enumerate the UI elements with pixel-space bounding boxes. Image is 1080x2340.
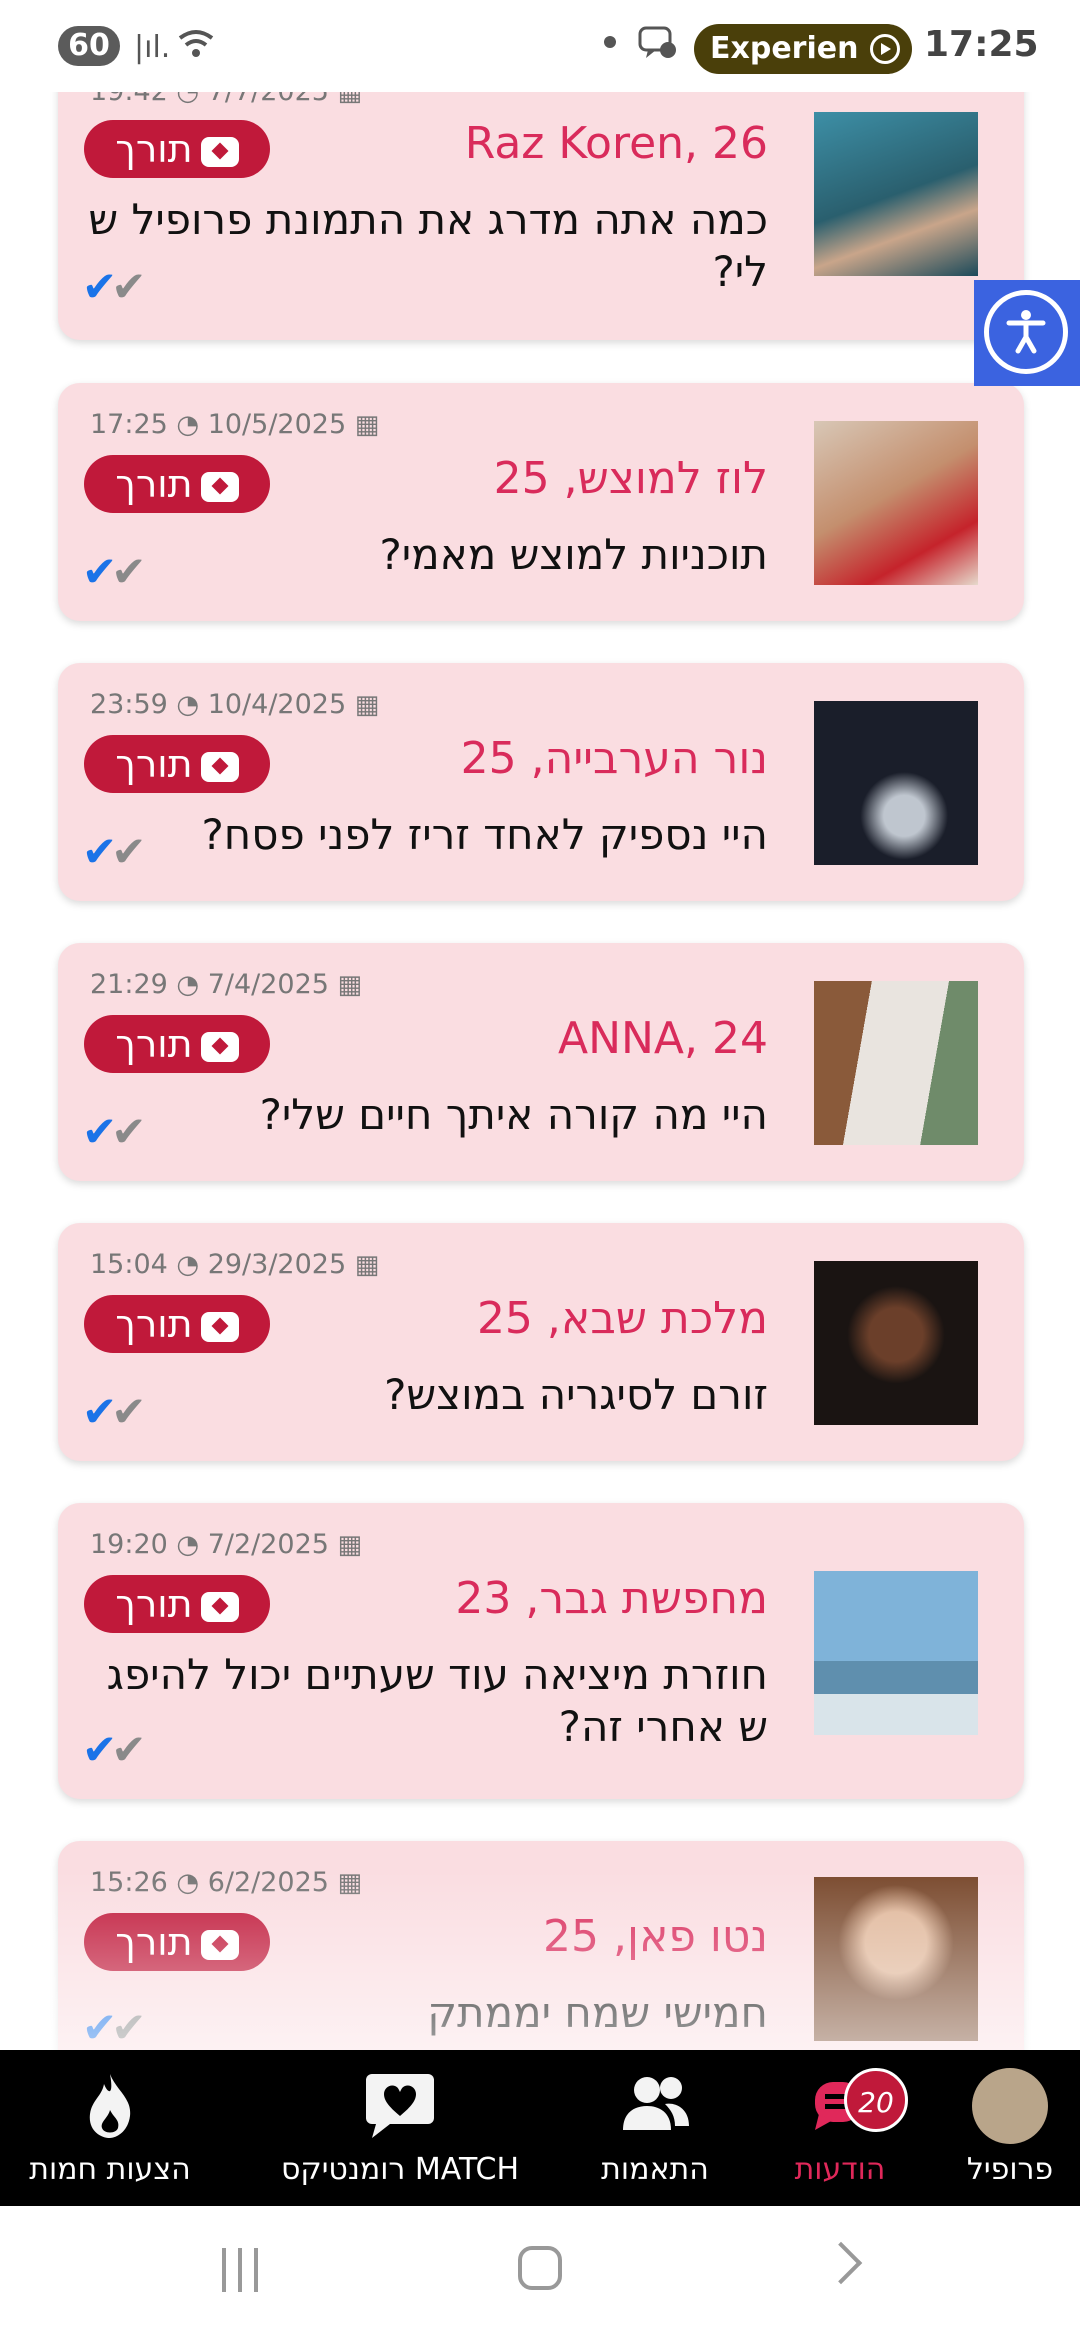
signal-icon: |ıl. xyxy=(134,30,171,65)
calendar-icon: ▦ xyxy=(354,1250,380,1280)
record-icon xyxy=(870,34,900,64)
message-card[interactable]: 15:26 ◔ 6/2/2025 ▦ תורך נטו פאן, 25 חמיש… xyxy=(58,1841,1024,2050)
calendar-icon: ▦ xyxy=(354,410,380,440)
message-datetime: 15:26 ◔ 6/2/2025 ▦ xyxy=(90,1867,363,1898)
nav-label: הצעות חמות xyxy=(29,2152,191,2187)
accessibility-icon xyxy=(984,290,1068,374)
nav-romantic-match[interactable]: רומנטיקס MATCH xyxy=(270,2050,530,2206)
messages-list[interactable]: 19:42 ◔ 7/7/2025 ▦ תורך Raz Koren, 26 כמ… xyxy=(0,0,1080,2050)
chat-bubble-icon xyxy=(200,1929,239,1960)
turn-button[interactable]: תורך xyxy=(84,455,270,513)
screen-recording-pill[interactable]: Experien xyxy=(694,24,912,74)
nav-hot-offers[interactable]: הצעות חמות xyxy=(0,2050,220,2206)
system-nav-bar xyxy=(0,2206,1080,2340)
double-check-icon: ✔✔ xyxy=(82,827,147,876)
message-preview: כמה אתה מדרג את התמונת פרופיל ש לי? xyxy=(88,195,768,296)
double-check-icon: ✔✔ xyxy=(82,1107,147,1156)
message-datetime: 17:25 ◔ 10/5/2025 ▦ xyxy=(90,409,380,440)
clock-icon: ◔ xyxy=(176,410,200,440)
calendar-icon: ▦ xyxy=(354,690,380,720)
message-card[interactable]: 23:59 ◔ 10/4/2025 ▦ תורך נור הערבייה, 25… xyxy=(58,663,1024,901)
fire-icon xyxy=(0,2070,220,2140)
calendar-icon: ▦ xyxy=(337,1868,363,1898)
pill-label: Experien xyxy=(710,31,859,66)
avatar xyxy=(972,2068,1048,2144)
message-datetime: 21:29 ◔ 7/4/2025 ▦ xyxy=(90,969,363,1000)
back-icon[interactable] xyxy=(819,2241,863,2285)
profile-photo[interactable] xyxy=(814,112,978,276)
battery-icon: 60 xyxy=(58,26,120,66)
double-check-icon: ✔✔ xyxy=(82,2003,147,2050)
nav-profile[interactable]: פרופיל xyxy=(940,2050,1080,2206)
heart-chat-icon xyxy=(270,2070,530,2140)
recents-icon[interactable] xyxy=(218,2248,262,2292)
profile-photo[interactable] xyxy=(814,421,978,585)
message-card[interactable]: 21:29 ◔ 7/4/2025 ▦ תורך ANNA, 24 היי מה … xyxy=(58,943,1024,1181)
turn-button[interactable]: תורך xyxy=(84,120,270,178)
profile-photo[interactable] xyxy=(814,701,978,865)
double-check-icon: ✔✔ xyxy=(82,1725,147,1774)
sender-name: Raz Koren, 26 xyxy=(464,118,768,169)
notification-dot xyxy=(604,36,616,48)
profile-photo[interactable] xyxy=(814,1877,978,2041)
profile-photo[interactable] xyxy=(814,1571,978,1735)
message-preview: תוכניות למוצש מאמי? xyxy=(379,530,768,579)
message-preview: היי מה קורה איתך חיים שלי? xyxy=(259,1090,768,1139)
profile-photo[interactable] xyxy=(814,981,978,1145)
chat-bubble-icon xyxy=(200,1591,239,1622)
clock-icon: ◔ xyxy=(176,970,200,1000)
clock-icon: ◔ xyxy=(176,1868,200,1898)
turn-button[interactable]: תורך xyxy=(84,1913,270,1971)
sender-name: מחפשת גבר, 23 xyxy=(455,1573,768,1624)
turn-button[interactable]: תורך xyxy=(84,1295,270,1353)
message-preview: זורם לסיגריה במוצש? xyxy=(384,1370,768,1419)
bottom-nav: הצעות חמות רומנטיקס MATCH התאמות הודעות … xyxy=(0,2050,1080,2206)
calendar-icon: ▦ xyxy=(337,970,363,1000)
message-card[interactable]: 17:25 ◔ 10/5/2025 ▦ תורך לוז למוצש, 25 ת… xyxy=(58,383,1024,621)
nav-label: רומנטיקס MATCH xyxy=(280,2152,520,2187)
clock: 17:25 xyxy=(924,24,1039,65)
chat-bubble-icon xyxy=(200,136,239,167)
message-card[interactable]: 19:20 ◔ 7/2/2025 ▦ תורך מחפשת גבר, 23 חו… xyxy=(58,1503,1024,1799)
unread-badge: 20 xyxy=(844,2068,908,2132)
chat-bubble-icon xyxy=(200,1311,239,1342)
sender-name: נור הערבייה, 25 xyxy=(460,733,768,784)
turn-button[interactable]: תורך xyxy=(84,1015,270,1073)
turn-button[interactable]: תורך xyxy=(84,1575,270,1633)
double-check-icon: ✔✔ xyxy=(82,1387,147,1436)
message-datetime: 23:59 ◔ 10/4/2025 ▦ xyxy=(90,689,380,720)
sender-name: נטו פאן, 25 xyxy=(543,1911,768,1962)
chat-bubble-icon xyxy=(200,471,239,502)
double-check-icon: ✔✔ xyxy=(82,547,147,596)
message-preview: חוזרת מיציאה עוד שעתיים יכול להיפג ש אחר… xyxy=(106,1650,768,1751)
people-icon xyxy=(580,2070,730,2140)
message-datetime: 19:20 ◔ 7/2/2025 ▦ xyxy=(90,1529,363,1560)
calendar-icon: ▦ xyxy=(337,1530,363,1560)
double-check-icon: ✔✔ xyxy=(82,262,147,311)
turn-button[interactable]: תורך xyxy=(84,735,270,793)
home-icon[interactable] xyxy=(518,2246,562,2290)
chat-bubble-icon xyxy=(200,1031,239,1062)
nav-messages[interactable]: הודעות 20 xyxy=(770,2050,910,2206)
accessibility-button[interactable] xyxy=(974,280,1080,386)
sender-name: ANNA, 24 xyxy=(558,1013,768,1064)
nav-matches[interactable]: התאמות xyxy=(580,2050,730,2206)
message-preview: חמישי שמח יממתק xyxy=(427,1988,768,2037)
clock-icon: ◔ xyxy=(176,1530,200,1560)
profile-photo[interactable] xyxy=(814,1261,978,1425)
message-preview: היי נספיק לאחד זריז לפני פסח? xyxy=(201,810,769,859)
status-bar: 60 |ıl. Experien 17:25 xyxy=(0,0,1080,92)
message-card[interactable]: 15:04 ◔ 29/3/2025 ▦ תורך מלכת שבא, 25 זו… xyxy=(58,1223,1024,1461)
nav-label: הודעות xyxy=(794,2152,886,2187)
sender-name: לוז למוצש, 25 xyxy=(493,453,768,504)
clock-icon: ◔ xyxy=(176,1250,200,1280)
chat-icon xyxy=(638,24,678,69)
message-datetime: 15:04 ◔ 29/3/2025 ▦ xyxy=(90,1249,380,1280)
nav-label: התאמות xyxy=(601,2152,709,2187)
clock-icon: ◔ xyxy=(176,690,200,720)
nav-label: פרופיל xyxy=(966,2152,1054,2187)
wifi-icon xyxy=(176,26,216,68)
sender-name: מלכת שבא, 25 xyxy=(476,1293,768,1344)
chat-bubble-icon xyxy=(200,751,239,782)
